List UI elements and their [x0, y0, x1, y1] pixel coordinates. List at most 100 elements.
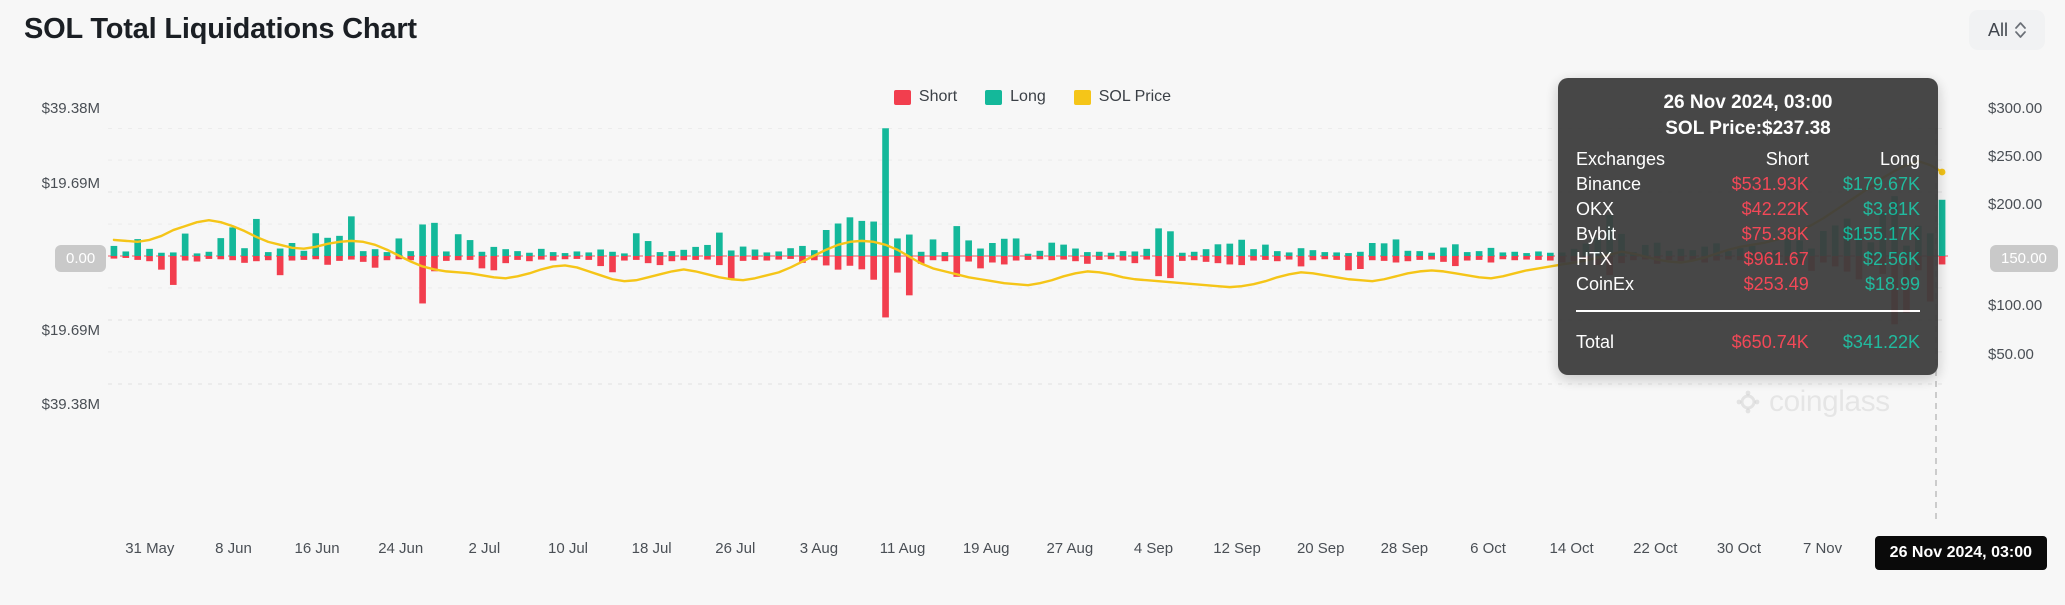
long-bar — [1404, 250, 1412, 256]
y-right-tick-2: $200.00 — [1988, 196, 2043, 213]
long-bar — [229, 227, 236, 256]
short-bar — [1499, 256, 1507, 260]
short-bar — [1273, 256, 1281, 262]
long-bar — [514, 251, 521, 256]
legend-item-long[interactable]: Long — [985, 88, 1046, 106]
long-bar — [1107, 252, 1115, 256]
short-bar — [727, 256, 735, 279]
short-bar — [751, 256, 759, 260]
long-bar — [1428, 252, 1435, 256]
long-bar — [692, 246, 699, 256]
long-bar — [1511, 251, 1519, 256]
long-bar — [205, 251, 213, 256]
tooltip-exchange-name: Binance — [1576, 174, 1642, 194]
short-bar — [514, 256, 521, 260]
x-axis-tick: 8 Jun — [215, 540, 252, 557]
short-bar — [371, 256, 379, 268]
short-bar — [181, 256, 189, 261]
legend-item-sol-price[interactable]: SOL Price — [1073, 88, 1171, 106]
long-bar — [1262, 244, 1269, 256]
range-selector-button[interactable]: All — [1969, 10, 2045, 50]
short-bar — [965, 256, 972, 262]
long-bar — [169, 252, 177, 256]
y-right-highlight-badge: 150.00 — [1990, 245, 2058, 272]
x-axis-tick: 31 May — [125, 540, 175, 557]
short-bar — [1357, 256, 1364, 270]
chart-tooltip: 26 Nov 2024, 03:00 SOL Price:$237.38 Exc… — [1558, 78, 1938, 375]
long-bar — [1226, 243, 1234, 256]
legend-label-short: Short — [918, 88, 958, 105]
long-bar — [1368, 242, 1376, 256]
tooltip-total-long: $341.22K — [1842, 332, 1920, 352]
short-bar — [941, 256, 949, 262]
long-bar — [609, 251, 616, 256]
short-bar — [1938, 256, 1946, 265]
tooltip-long-value: $18.99 — [1864, 274, 1920, 294]
long-bar — [621, 253, 628, 256]
short-bar — [1107, 256, 1115, 260]
short-bar — [205, 256, 213, 259]
long-bar — [526, 252, 533, 256]
tooltip-short-value: $75.38K — [1741, 224, 1809, 244]
long-bar — [917, 251, 925, 256]
long-bar — [799, 245, 806, 256]
short-bar — [1475, 256, 1483, 260]
tooltip-date: 26 Nov 2024, 03:00 — [1663, 92, 1833, 113]
long-bar — [1499, 252, 1507, 256]
short-bar — [929, 256, 937, 261]
short-bar — [1463, 256, 1471, 261]
long-bar — [965, 240, 972, 256]
short-bar — [419, 256, 426, 304]
x-axis-tick: 2 Jul — [468, 540, 501, 557]
long-bar — [407, 251, 415, 256]
short-bar — [288, 256, 296, 261]
short-bar — [1250, 256, 1257, 261]
short-bar — [122, 256, 130, 258]
chart-page: SOL Total Liquidations Chart All Short L… — [0, 0, 2065, 605]
long-bar — [1048, 242, 1056, 256]
long-bar — [846, 217, 854, 256]
short-bar — [146, 256, 153, 262]
x-axis-tick: 4 Sep — [1133, 540, 1174, 557]
short-bar — [1416, 256, 1424, 260]
long-bar — [763, 252, 771, 256]
long-bar — [1095, 251, 1103, 256]
tooltip-short-value: $253.49 — [1743, 274, 1809, 294]
x-axis-tick: 14 Oct — [1549, 540, 1594, 557]
short-bar — [1523, 256, 1530, 260]
y-right-tick-0: $300.00 — [1988, 100, 2043, 117]
long-bar — [561, 253, 569, 256]
short-bar — [609, 256, 616, 273]
long-bar — [383, 252, 391, 256]
short-bar — [1452, 256, 1459, 267]
tooltip-exchange-name: OKX — [1576, 199, 1615, 219]
x-axis-tick: 10 Jul — [547, 540, 589, 557]
long-bar — [1202, 249, 1210, 256]
x-axis-tick: 16 Jun — [294, 540, 340, 557]
long-bar — [466, 240, 474, 256]
x-axis-tick: 19 Aug — [962, 540, 1010, 557]
long-bar — [1238, 239, 1246, 256]
short-bar — [1440, 256, 1447, 262]
short-bar — [454, 256, 462, 261]
long-bar — [739, 246, 747, 256]
long-bar — [1452, 244, 1459, 256]
tooltip-short-value: $961.67 — [1743, 249, 1809, 269]
long-bar — [1143, 248, 1151, 256]
legend-item-short[interactable]: Short — [893, 88, 958, 106]
long-bar — [193, 253, 201, 256]
long-bar — [1273, 251, 1281, 256]
long-bar — [1119, 251, 1127, 256]
tooltip-sol-price: SOL Price:$237.38 — [1665, 118, 1831, 139]
x-axis-tick: 27 Aug — [1046, 540, 1094, 557]
long-bar — [1036, 250, 1044, 256]
long-bar — [632, 233, 640, 256]
y-right-tick-1: $250.00 — [1988, 148, 2043, 165]
short-bar — [1428, 256, 1435, 260]
long-bar — [977, 248, 984, 256]
tooltip-long-value: $179.67K — [1842, 174, 1920, 194]
short-bar — [561, 256, 569, 260]
long-bar — [1309, 250, 1317, 256]
legend-swatch-sol-price — [1073, 89, 1091, 105]
tooltip-short-value: $42.22K — [1741, 199, 1809, 219]
